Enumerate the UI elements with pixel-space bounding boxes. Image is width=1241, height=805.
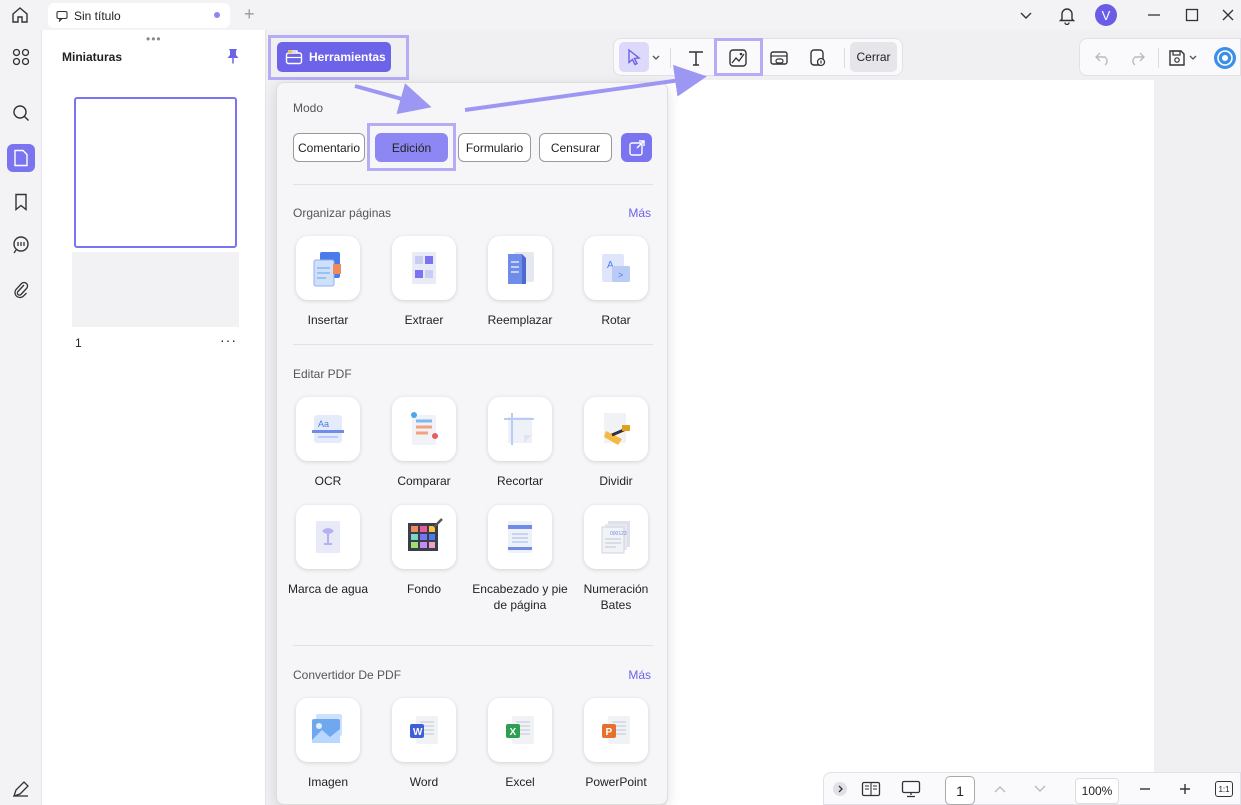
arrow-to-edit-mode <box>354 83 432 115</box>
next-page-icon[interactable] <box>1030 779 1050 799</box>
arrow-to-image-tool <box>464 64 707 112</box>
previous-page-icon[interactable] <box>990 779 1010 799</box>
zoom-out-icon[interactable] <box>1135 779 1155 799</box>
expand-arrow-icon[interactable] <box>830 779 850 799</box>
presentation-icon[interactable] <box>900 779 922 799</box>
actual-size-button[interactable]: 1:1 <box>1213 779 1235 799</box>
bottom-bar: 1:1 <box>823 772 1241 805</box>
page-layout-icon[interactable] <box>860 779 882 799</box>
page-number-input[interactable]: 1 <box>945 776 975 805</box>
zoom-level[interactable]: 100% <box>1075 778 1119 804</box>
zoom-in-icon[interactable] <box>1175 779 1195 799</box>
annotation-arrows <box>354 64 707 115</box>
actual-size-label: 1:1 <box>1215 781 1233 797</box>
